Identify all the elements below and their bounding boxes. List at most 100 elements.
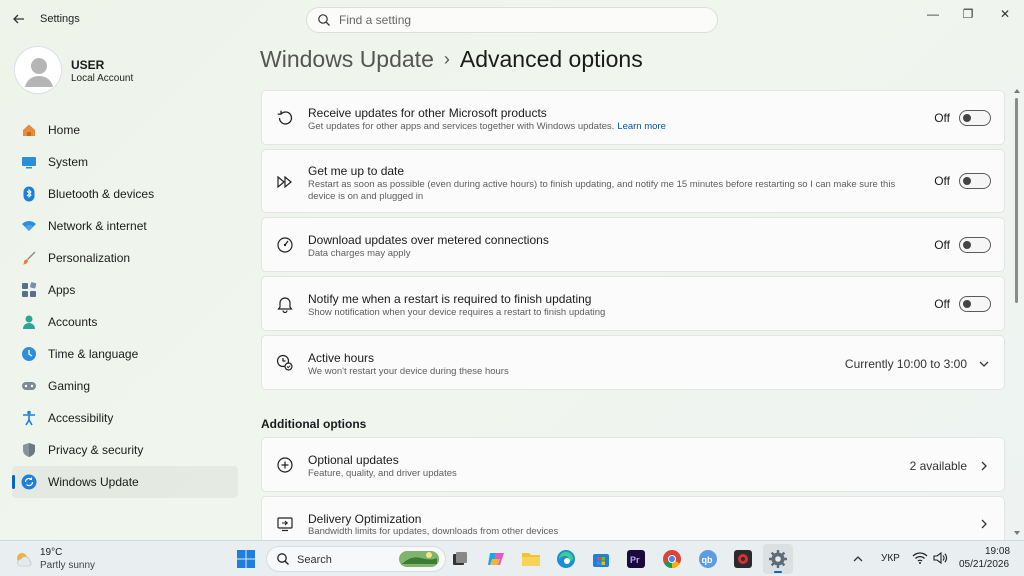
settings-app-button[interactable]: [763, 544, 793, 574]
sidebar-item-personalization[interactable]: Personalization: [12, 242, 238, 274]
minimize-icon: —: [927, 7, 939, 21]
globe-clock-icon: [22, 347, 36, 361]
sidebar-item-apps[interactable]: Apps: [12, 274, 238, 306]
store-button[interactable]: [589, 547, 613, 571]
sidebar-item-system[interactable]: System: [12, 146, 238, 178]
restore-icon: ❐: [962, 7, 974, 21]
system-icon: [22, 157, 36, 169]
notify-restart-toggle[interactable]: [959, 296, 991, 312]
search-highlight-icon: [399, 551, 439, 567]
edge-button[interactable]: [554, 547, 578, 571]
apps-icon: [22, 282, 37, 297]
sidebar-item-label: Network & internet: [48, 219, 147, 233]
premiere-button[interactable]: Pr: [624, 547, 648, 571]
sidebar-item-accessibility[interactable]: Accessibility: [12, 402, 238, 434]
get-up-to-date-toggle[interactable]: [959, 173, 991, 189]
taskbar-search-label: Search: [297, 554, 332, 566]
setting-description: We won't restart your device during thes…: [308, 366, 509, 377]
close-icon: ✕: [999, 7, 1011, 21]
scroll-thumb[interactable]: [1015, 98, 1018, 303]
breadcrumb-parent-link[interactable]: Windows Update: [260, 46, 434, 72]
bell-icon: [277, 297, 293, 313]
gear-icon: [769, 550, 787, 568]
gauge-icon: [277, 237, 293, 253]
accounts-icon: [23, 315, 35, 329]
setting-title: Active hours: [308, 351, 375, 365]
sidebar-item-gaming[interactable]: Gaming: [12, 370, 238, 402]
qbittorrent-button[interactable]: qb: [696, 547, 720, 571]
setting-card-delivery-optimization[interactable]: Delivery Optimization Bandwidth limits f…: [261, 496, 1005, 540]
sidebar-item-accounts[interactable]: Accounts: [12, 306, 238, 338]
taskbar-search[interactable]: Search: [266, 546, 446, 572]
shield-icon: [23, 443, 35, 457]
content-scrollbar[interactable]: [1013, 88, 1021, 536]
active-hours-value: Currently 10:00 to 3:00: [844, 357, 967, 371]
toggle-group: Off: [934, 110, 991, 126]
additional-options-heading: Additional options: [261, 417, 367, 431]
gamepad-icon: [22, 382, 36, 390]
setting-description: Data charges may apply: [308, 248, 411, 259]
home-icon: [23, 124, 35, 136]
setting-description: Bandwidth limits for updates, downloads …: [308, 526, 559, 537]
sidebar-item-label: Accessibility: [48, 411, 114, 425]
clock-date[interactable]: 05/21/2026: [959, 559, 1009, 570]
task-view-button[interactable]: [448, 547, 472, 571]
sidebar-item-network[interactable]: Network & internet: [12, 210, 238, 242]
sidebar-item-label: Bluetooth & devices: [48, 187, 155, 201]
setting-title: Receive updates for other Microsoft prod…: [308, 106, 547, 120]
toggle-label: Off: [934, 174, 950, 188]
sidebar-item-label: Personalization: [48, 251, 131, 265]
chevron-right-icon[interactable]: [978, 460, 990, 472]
chevron-down-icon[interactable]: [978, 358, 990, 370]
sidebar-item-home[interactable]: Home: [12, 114, 238, 146]
avatar: [14, 46, 62, 94]
weather-temp: 19°C: [40, 547, 63, 558]
taskbar: 19°C Partly sunny Search Pr qb УКР 19:08…: [0, 540, 1024, 576]
sidebar-item-bluetooth[interactable]: Bluetooth & devices: [12, 178, 238, 210]
qbittorrent-icon: qb: [699, 550, 717, 568]
metered-toggle[interactable]: [959, 237, 991, 253]
settings-search-box[interactable]: [306, 7, 718, 33]
windows-logo-icon: [237, 550, 255, 568]
tray-overflow-chevron-icon[interactable]: [852, 554, 864, 564]
sidebar-item-label: Home: [48, 123, 81, 137]
optional-updates-count: 2 available: [909, 459, 967, 473]
back-button[interactable]: [10, 10, 28, 28]
toggle-group: Off: [934, 296, 991, 312]
setting-title: Get me up to date: [308, 164, 405, 178]
wifi-tray-icon[interactable]: [912, 551, 928, 565]
toggle-label: Off: [934, 297, 950, 311]
plus-circle-icon: [277, 457, 293, 473]
setting-card-active-hours[interactable]: Active hours We won't restart your devic…: [261, 335, 1005, 390]
app-button-red[interactable]: [731, 547, 755, 571]
setting-description: Feature, quality, and driver updates: [308, 468, 457, 479]
start-button[interactable]: [234, 547, 258, 571]
scroll-down-icon[interactable]: [1013, 530, 1021, 536]
copilot-button[interactable]: [484, 547, 508, 571]
wifi-icon: [22, 221, 36, 231]
chevron-right-icon[interactable]: [978, 518, 990, 530]
clock-time[interactable]: 19:08: [985, 546, 1010, 557]
setting-title: Download updates over metered connection…: [308, 233, 549, 247]
learn-more-link[interactable]: Learn more: [617, 121, 666, 132]
sidebar-item-label: Privacy & security: [48, 443, 144, 457]
setting-card-get-up-to-date: Get me up to date Restart as soon as pos…: [261, 149, 1005, 213]
input-language[interactable]: УКР: [881, 553, 900, 564]
volume-icon[interactable]: [932, 551, 948, 565]
file-explorer-button[interactable]: [519, 547, 543, 571]
setting-card-optional-updates[interactable]: Optional updates Feature, quality, and d…: [261, 437, 1005, 492]
minimize-button[interactable]: —: [918, 5, 948, 23]
edge-icon: [557, 550, 575, 568]
close-button[interactable]: ✕: [990, 5, 1020, 23]
scroll-up-icon[interactable]: [1013, 88, 1021, 94]
store-icon: [593, 554, 609, 567]
sidebar-item-windows-update[interactable]: Windows Update: [12, 466, 238, 498]
setting-title: Optional updates: [308, 453, 399, 467]
sidebar-item-time-language[interactable]: Time & language: [12, 338, 238, 370]
settings-search-input[interactable]: [339, 11, 699, 29]
other-products-toggle[interactable]: [959, 110, 991, 126]
sidebar-item-privacy[interactable]: Privacy & security: [12, 434, 238, 466]
restore-button[interactable]: ❐: [953, 5, 983, 23]
sidebar-item-label: Gaming: [48, 379, 91, 393]
chrome-button[interactable]: [660, 547, 684, 571]
